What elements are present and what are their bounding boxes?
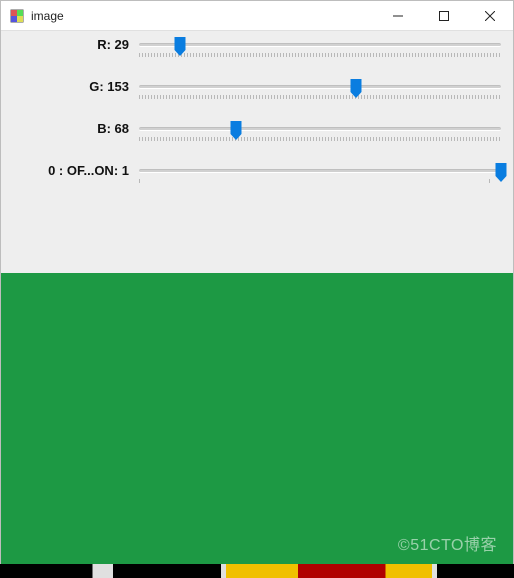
trackbar-r: R: 29 — [1, 37, 513, 79]
trackbar-r-thumb[interactable] — [175, 37, 186, 56]
trackbar-b: B: 68 — [1, 121, 513, 163]
trackbar-b-thumb[interactable] — [230, 121, 241, 140]
image-canvas: ©51CTO博客 — [1, 273, 513, 575]
minimize-button[interactable] — [375, 1, 421, 31]
trackbar-g-slider[interactable] — [135, 79, 505, 111]
maximize-button[interactable] — [421, 1, 467, 31]
trackbar-switch-thumb[interactable] — [496, 163, 507, 182]
trackbar-r-slider[interactable] — [135, 37, 505, 69]
trackbar-g: G: 153 — [1, 79, 513, 121]
close-button[interactable] — [467, 1, 513, 31]
trackbar-switch: 0 : OF...ON: 1 — [1, 163, 513, 205]
bottom-strip — [0, 564, 514, 578]
window-title: image — [31, 9, 64, 23]
trackbar-switch-label: 0 : OF...ON: 1 — [9, 163, 135, 178]
trackbar-panel: R: 29 G: 153 B: 68 — [1, 31, 513, 273]
app-icon — [9, 8, 25, 24]
trackbar-b-label: B: 68 — [9, 121, 135, 136]
trackbar-g-label: G: 153 — [9, 79, 135, 94]
titlebar: image — [1, 1, 513, 31]
trackbar-switch-slider[interactable] — [135, 163, 505, 195]
trackbar-r-label: R: 29 — [9, 37, 135, 52]
trackbar-b-slider[interactable] — [135, 121, 505, 153]
trackbar-g-thumb[interactable] — [351, 79, 362, 98]
app-window: image R: 29 G: 153 — [0, 0, 514, 576]
watermark: ©51CTO博客 — [398, 531, 497, 555]
